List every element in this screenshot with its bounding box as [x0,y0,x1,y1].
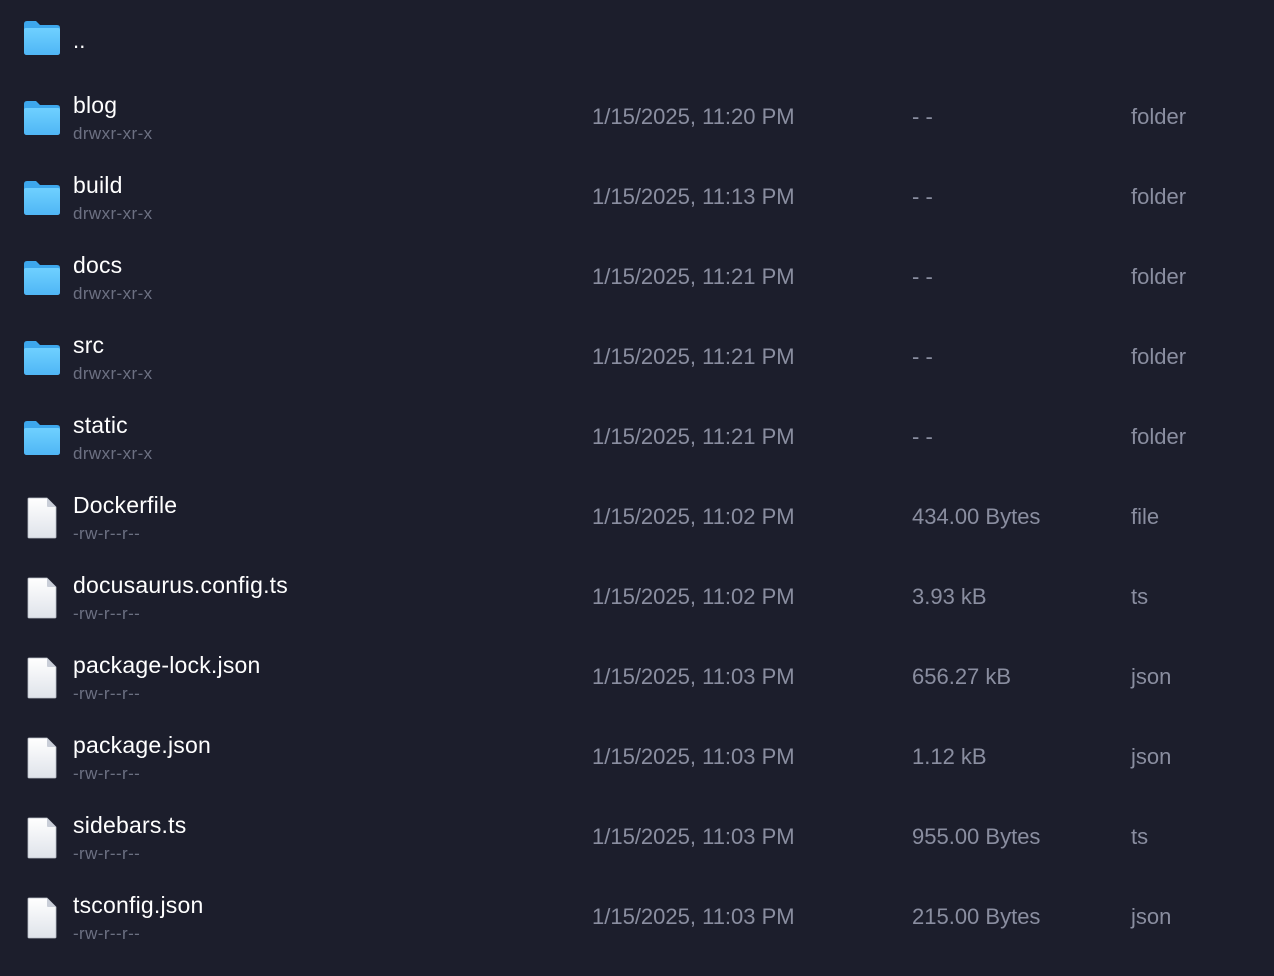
entry-name: docusaurus.config.ts [73,572,288,598]
file-row-build[interactable]: build drwxr-xr-x 1/15/2025, 11:13 PM - -… [0,158,1274,238]
folder-icon [22,178,62,222]
entry-permissions: -rw-r--r-- [73,764,141,783]
entry-modified-date: 1/15/2025, 11:21 PM [592,264,795,289]
entry-type: json [1131,904,1172,929]
entry-name: static [73,412,128,438]
entry-permissions: -rw-r--r-- [73,924,141,943]
entry-permissions: drwxr-xr-x [73,204,153,223]
entry-size: - - [912,184,933,209]
entry-size: - - [912,424,933,449]
entry-size: 656.27 kB [912,664,1012,689]
folder-icon [22,18,62,62]
entry-permissions: -rw-r--r-- [73,684,141,703]
entry-size: - - [912,264,933,289]
entry-size: - - [912,344,933,369]
folder-icon [22,258,62,302]
file-row-static[interactable]: static drwxr-xr-x 1/15/2025, 11:21 PM - … [0,398,1274,478]
file-row-tsconfig-json[interactable]: tsconfig.json -rw-r--r-- 1/15/2025, 11:0… [0,878,1274,958]
entry-name: src [73,332,105,358]
file-row-docusaurus-config-ts[interactable]: docusaurus.config.ts -rw-r--r-- 1/15/202… [0,558,1274,638]
entry-modified-date: 1/15/2025, 11:02 PM [592,584,795,609]
file-row-src[interactable]: src drwxr-xr-x 1/15/2025, 11:21 PM - - f… [0,318,1274,398]
entry-name: docs [73,252,123,278]
entry-type: ts [1131,824,1149,849]
file-icon [22,576,62,620]
entry-permissions: drwxr-xr-x [73,124,153,143]
file-row-blog[interactable]: blog drwxr-xr-x 1/15/2025, 11:20 PM - - … [0,78,1274,158]
entry-modified-date: 1/15/2025, 11:03 PM [592,744,795,769]
entry-type: json [1131,744,1172,769]
folder-icon [22,338,62,382]
entry-permissions: drwxr-xr-x [73,364,153,383]
entry-type: folder [1131,184,1187,209]
file-icon [22,896,62,940]
entry-name: package.json [73,732,211,758]
file-icon [22,816,62,860]
entry-type: json [1131,664,1172,689]
file-row-docs[interactable]: docs drwxr-xr-x 1/15/2025, 11:21 PM - - … [0,238,1274,318]
entry-modified-date: 1/15/2025, 11:20 PM [592,104,795,129]
entry-type: folder [1131,424,1187,449]
entry-modified-date: 1/15/2025, 11:13 PM [592,184,795,209]
entry-modified-date: 1/15/2025, 11:21 PM [592,424,795,449]
entry-permissions: -rw-r--r-- [73,604,141,623]
parent-directory-row[interactable]: .. [0,0,1274,80]
entry-modified-date: 1/15/2025, 11:03 PM [592,824,795,849]
file-icon [22,736,62,780]
file-icon [22,496,62,540]
entry-modified-date: 1/15/2025, 11:03 PM [592,904,795,929]
file-row-package-json[interactable]: package.json -rw-r--r-- 1/15/2025, 11:03… [0,718,1274,798]
folder-icon [22,418,62,462]
entry-type: ts [1131,584,1149,609]
entry-name: tsconfig.json [73,892,204,918]
entry-type: file [1131,504,1160,529]
entry-size: 1.12 kB [912,744,987,769]
file-list: .. blog drwxr-xr-x 1/15/2025, 11:20 PM -… [0,0,1274,976]
file-row-package-lock-json[interactable]: package-lock.json -rw-r--r-- 1/15/2025, … [0,638,1274,718]
entry-size: 3.93 kB [912,584,987,609]
entry-type: folder [1131,344,1187,369]
folder-icon [22,98,62,142]
entry-size: 215.00 Bytes [912,904,1041,929]
parent-directory-label: .. [73,28,86,53]
entry-name: blog [73,92,118,118]
entry-size: 955.00 Bytes [912,824,1041,849]
file-icon [22,656,62,700]
entry-name: Dockerfile [73,492,178,518]
entry-size: 434.00 Bytes [912,504,1041,529]
entry-permissions: drwxr-xr-x [73,284,153,303]
entry-permissions: -rw-r--r-- [73,844,141,863]
entry-permissions: drwxr-xr-x [73,444,153,463]
entry-size: - - [912,104,933,129]
file-row-sidebars-ts[interactable]: sidebars.ts -rw-r--r-- 1/15/2025, 11:03 … [0,798,1274,878]
entry-modified-date: 1/15/2025, 11:02 PM [592,504,795,529]
entry-name: sidebars.ts [73,812,187,838]
entry-type: folder [1131,264,1187,289]
entry-modified-date: 1/15/2025, 11:21 PM [592,344,795,369]
entry-name: build [73,172,123,198]
entry-name: package-lock.json [73,652,261,678]
entry-type: folder [1131,104,1187,129]
entry-permissions: -rw-r--r-- [73,524,141,543]
entry-modified-date: 1/15/2025, 11:03 PM [592,664,795,689]
file-row-dockerfile[interactable]: Dockerfile -rw-r--r-- 1/15/2025, 11:02 P… [0,478,1274,558]
